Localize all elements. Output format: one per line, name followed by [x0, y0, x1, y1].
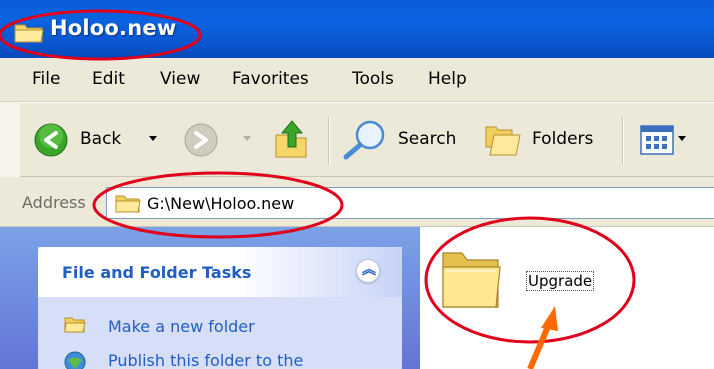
task-panel-header[interactable]: File and Folder Tasks ︽ — [38, 247, 402, 297]
toolbar-separator — [328, 117, 330, 165]
folders-label: Folders — [532, 129, 594, 149]
search-label: Search — [398, 129, 457, 149]
chevron-up-icon: ︽ — [362, 262, 376, 278]
publish-web-icon — [64, 351, 86, 369]
back-label: Back — [80, 129, 122, 149]
new-folder-icon — [64, 317, 86, 333]
task-panel-title: File and Folder Tasks — [62, 263, 252, 282]
menu-view[interactable]: View — [160, 69, 200, 89]
window-title: Holoo.new — [50, 16, 177, 40]
up-folder-icon[interactable] — [272, 117, 312, 161]
folder-icon — [14, 24, 44, 43]
views-dropdown-icon — [678, 136, 686, 141]
forward-arrow-icon[interactable] — [184, 123, 218, 157]
publish-folder-link[interactable]: Publish this folder to the — [108, 351, 303, 369]
collapse-button[interactable]: ︽ — [356, 259, 380, 283]
menu-file[interactable]: File — [32, 69, 60, 89]
folder-icon — [115, 195, 141, 213]
menu-bar: File Edit View Favorites Tools Help — [0, 58, 714, 102]
make-new-folder-link[interactable]: Make a new folder — [108, 317, 255, 336]
menu-help[interactable]: Help — [428, 69, 467, 89]
views-icon — [640, 125, 674, 155]
forward-dropdown-icon[interactable] — [243, 136, 251, 141]
address-bar: Address G:\New\Holoo.new — [0, 177, 714, 227]
toolbar: Back Search Folders — [0, 102, 714, 177]
menu-edit[interactable]: Edit — [92, 69, 125, 89]
toolbar-separator — [622, 117, 624, 165]
address-label: Address — [22, 193, 86, 212]
folder-name-upgrade[interactable]: Upgrade — [526, 271, 595, 291]
title-bar[interactable]: Holoo.new — [0, 0, 714, 58]
folder-icon — [442, 252, 501, 308]
menu-favorites[interactable]: Favorites — [232, 69, 309, 89]
toolbar-grip — [0, 102, 20, 177]
file-folder-tasks-panel: File and Folder Tasks ︽ Make a new folde… — [38, 247, 402, 369]
address-path: G:\New\Holoo.new — [147, 194, 295, 213]
task-pane: File and Folder Tasks ︽ Make a new folde… — [0, 227, 420, 369]
menu-tools[interactable]: Tools — [352, 69, 394, 89]
back-arrow-icon — [34, 123, 68, 157]
search-icon — [343, 120, 385, 160]
folders-icon — [485, 126, 521, 156]
address-field[interactable]: G:\New\Holoo.new — [106, 187, 714, 219]
back-dropdown-icon[interactable] — [149, 136, 157, 141]
file-list: Upgrade — [420, 227, 714, 369]
